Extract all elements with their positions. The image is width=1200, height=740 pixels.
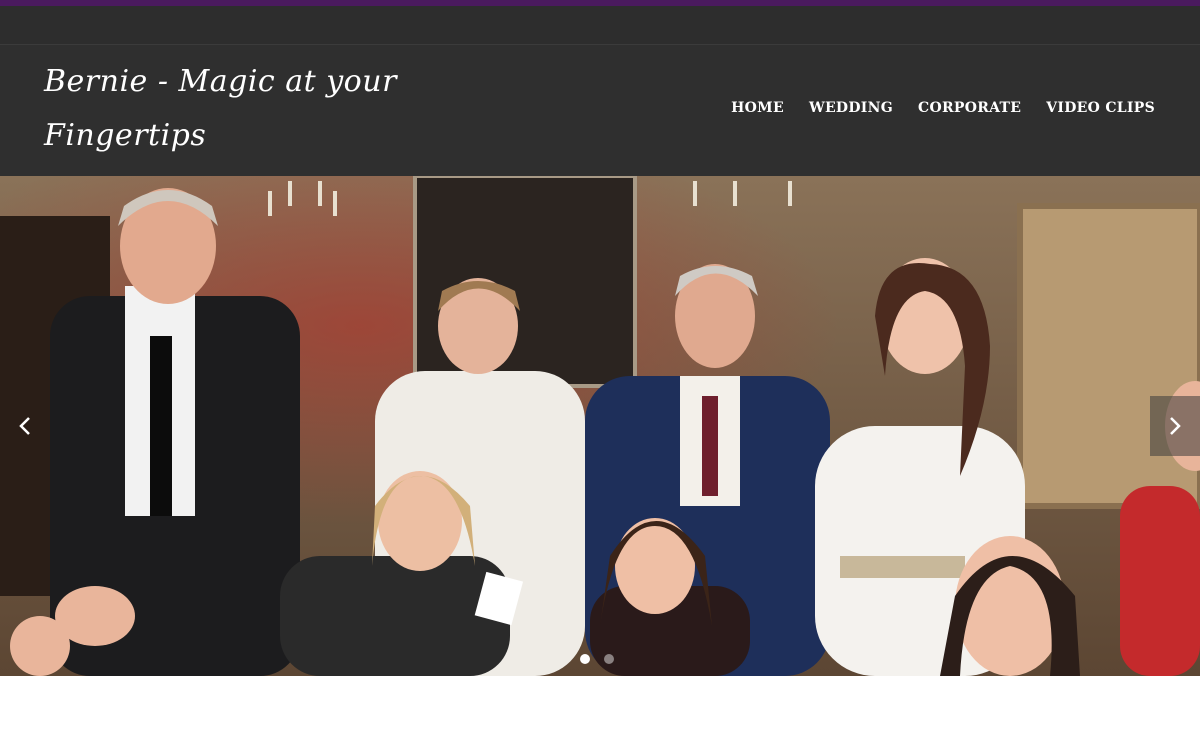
slide-photo <box>0 176 1200 676</box>
nav-home[interactable]: HOME <box>731 100 784 116</box>
logo-line-1: Bernie - Magic at your <box>44 64 397 99</box>
slider-next-button[interactable] <box>1150 396 1200 456</box>
hero-slider <box>0 176 1200 676</box>
logo-line-2: Fingertips <box>44 118 207 153</box>
main-nav: HOME WEDDING CORPORATE VIDEO CLIPS <box>731 100 1155 116</box>
chevron-right-icon <box>1170 417 1181 435</box>
site-header: Bernie - Magic at your Fingertips HOME W… <box>0 45 1200 176</box>
slider-dots <box>580 654 614 664</box>
page-content-area <box>0 676 1200 740</box>
nav-corporate[interactable]: CORPORATE <box>918 100 1021 116</box>
slider-dot-1[interactable] <box>580 654 590 664</box>
chevron-left-icon <box>19 417 30 435</box>
slider-dot-2[interactable] <box>604 654 614 664</box>
slider-prev-button[interactable] <box>0 396 50 456</box>
top-bar <box>0 6 1200 45</box>
nav-wedding[interactable]: WEDDING <box>809 100 893 116</box>
nav-video-clips[interactable]: VIDEO CLIPS <box>1046 100 1155 116</box>
site-logo[interactable]: Bernie - Magic at your Fingertips <box>44 55 404 163</box>
